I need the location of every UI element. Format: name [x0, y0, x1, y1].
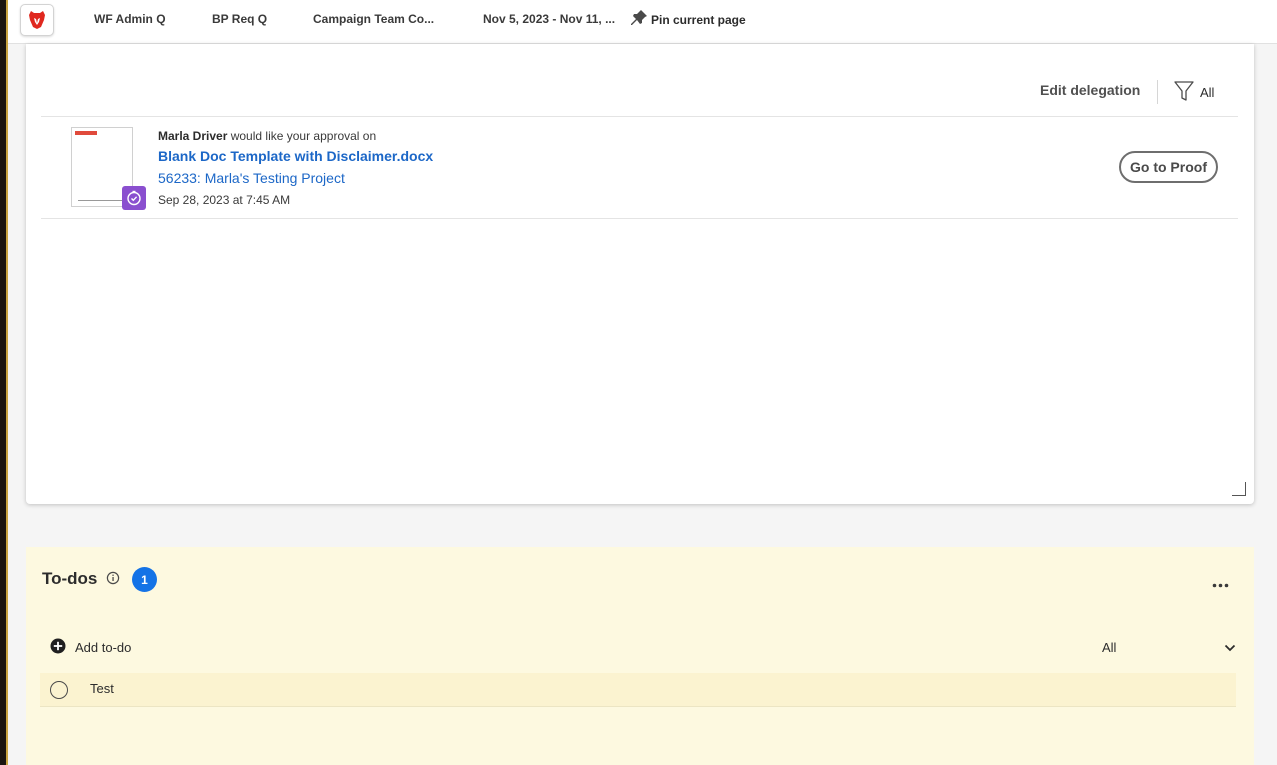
request-text: would like your approval on [230, 129, 377, 143]
approval-filter-button[interactable]: All [1174, 80, 1214, 105]
document-link[interactable]: Blank Doc Template with Disclaimer.docx [158, 148, 433, 164]
more-horizontal-icon[interactable] [1212, 575, 1229, 593]
add-todo-button[interactable]: Add to-do [50, 638, 131, 657]
pinned-tab-bp-req-q[interactable]: BP Req Q [212, 12, 267, 26]
pinned-pages-bar: WF Admin Q BP Req Q Campaign Team Co... … [8, 0, 1277, 44]
todo-item: Test [40, 673, 1236, 707]
pushpin-icon [630, 9, 651, 30]
add-todo-label: Add to-do [75, 640, 132, 655]
approvals-card: Edit delegation All Marla Driver would l… [26, 44, 1254, 504]
proof-timer-icon [122, 186, 146, 210]
toolbar-divider [1157, 80, 1158, 104]
todos-card: To-dos 1 Add to-do All Test [26, 547, 1254, 765]
todos-count-badge: 1 [132, 567, 157, 592]
resize-handle[interactable] [1232, 482, 1246, 496]
edit-delegation-button[interactable]: Edit delegation [1040, 82, 1140, 98]
divider [41, 218, 1238, 219]
todos-title: To-dos [42, 569, 98, 588]
pinned-tab-campaign-team[interactable]: Campaign Team Co... [313, 12, 434, 26]
request-date: Sep 28, 2023 at 7:45 AM [158, 193, 291, 207]
pinned-tab-wf-admin-q[interactable]: WF Admin Q [94, 12, 166, 26]
chevron-down-icon [1224, 640, 1236, 655]
window-left-edge [0, 0, 8, 765]
funnel-filter-icon [1174, 80, 1200, 105]
todo-complete-checkbox[interactable] [50, 681, 68, 699]
brave-lion-logo-icon[interactable] [20, 4, 54, 36]
pin-current-page-button[interactable]: Pin current page [630, 9, 746, 30]
add-circle-icon [50, 638, 75, 657]
info-icon[interactable] [106, 571, 120, 590]
todo-item-text[interactable]: Test [90, 681, 114, 696]
go-to-proof-button[interactable]: Go to Proof [1119, 151, 1218, 183]
pinned-tab-date-range[interactable]: Nov 5, 2023 - Nov 11, ... [483, 12, 615, 26]
project-link[interactable]: 56233: Marla's Testing Project [158, 170, 345, 186]
todos-filter-value: All [1102, 639, 1117, 655]
requester-name: Marla Driver [158, 129, 228, 143]
divider [41, 116, 1238, 117]
pin-current-page-label: Pin current page [651, 12, 746, 27]
approval-filter-label: All [1200, 85, 1215, 100]
approval-request-line: Marla Driver would like your approval on [158, 129, 376, 143]
todos-filter-dropdown[interactable]: All [1102, 638, 1236, 656]
